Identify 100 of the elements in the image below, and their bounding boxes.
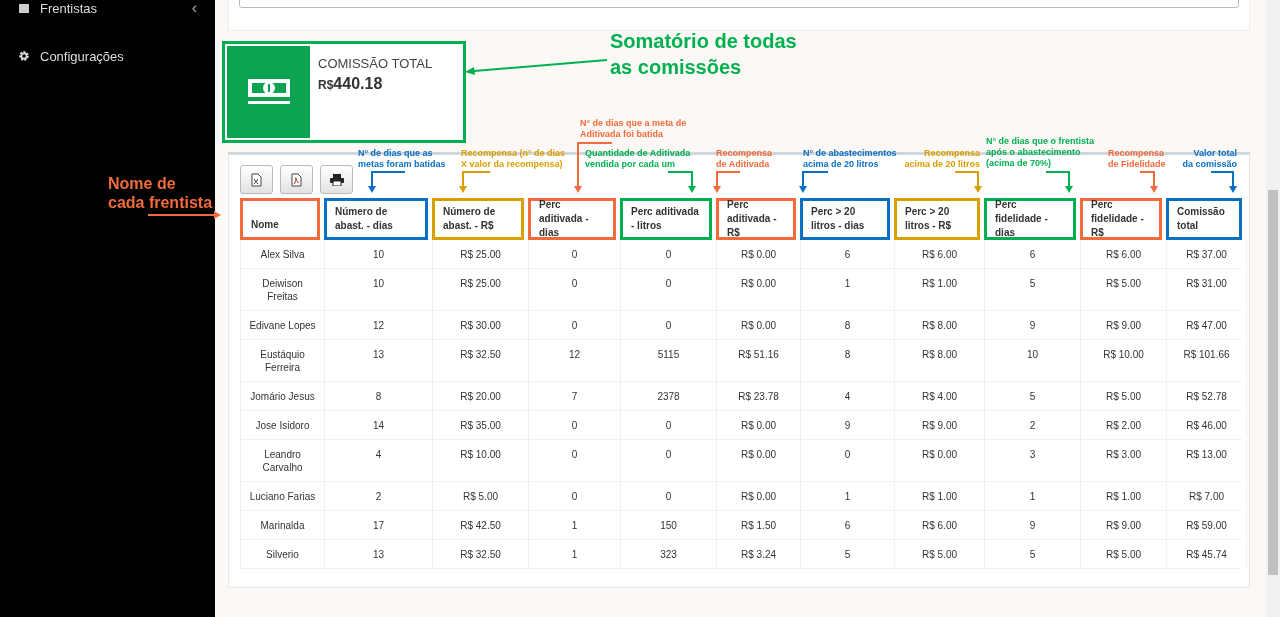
annotation-arrow xyxy=(667,171,696,193)
table-cell: R$ 8.00 xyxy=(895,311,985,339)
annotation-label: Nome de cada frentista xyxy=(108,174,213,212)
annotation-label: N° de dias que as metas foram batidas xyxy=(358,148,446,170)
table-cell: 2378 xyxy=(621,382,717,410)
table-cell: 5 xyxy=(985,540,1081,568)
table-cell: R$ 45.74 xyxy=(1167,540,1247,568)
annotation-label: Recompensa de Aditivada xyxy=(716,148,773,170)
table-cell: R$ 101.66 xyxy=(1167,340,1247,381)
table-cell: R$ 0.00 xyxy=(895,440,985,481)
column-header[interactable]: Perc aditivada - dias xyxy=(528,198,616,240)
table-cell: 0 xyxy=(529,440,621,481)
column-header[interactable]: Perc fidelidade - R$ xyxy=(1080,198,1162,240)
table-cell: Silverio xyxy=(241,540,325,568)
total-amount: R$440.18 xyxy=(318,75,384,93)
table-cell: R$ 13.00 xyxy=(1167,440,1247,481)
annotation-arrow xyxy=(1139,171,1158,193)
scrollbar[interactable] xyxy=(1266,0,1280,617)
table-cell: 12 xyxy=(529,340,621,381)
column-header[interactable]: Número de abast. - dias xyxy=(324,198,428,240)
column-header[interactable]: Perc aditivada - litros xyxy=(620,198,712,240)
print-button[interactable] xyxy=(320,165,353,194)
table-cell: 5115 xyxy=(621,340,717,381)
table-cell: 0 xyxy=(621,269,717,310)
table-cell: 1 xyxy=(529,511,621,539)
table-cell: Eustáquio Ferreira xyxy=(241,340,325,381)
annotation-label: N° de dias que o frentista após o abastecimento (acima de 70%) xyxy=(986,136,1095,169)
table-cell: 0 xyxy=(621,440,717,481)
pdf-export-button[interactable] xyxy=(280,165,313,194)
table-cell: R$ 10.00 xyxy=(1081,340,1167,381)
money-icon xyxy=(227,46,310,138)
table-cell: 10 xyxy=(985,340,1081,381)
annotation-label: Recompensa (n° de dias X valor da recompensa) xyxy=(461,148,566,170)
column-header[interactable]: Perc aditivada - R$ xyxy=(716,198,796,240)
table-cell: 0 xyxy=(621,240,717,268)
table-cell: R$ 0.00 xyxy=(717,311,801,339)
table-cell: R$ 2.00 xyxy=(1081,411,1167,439)
table-cell: Jomário Jesus xyxy=(241,382,325,410)
annotation-arrow xyxy=(368,171,406,193)
table-cell: R$ 5.00 xyxy=(1081,269,1167,310)
table-cell: R$ 9.00 xyxy=(1081,311,1167,339)
sidebar-item[interactable]: Frentistas ‹ xyxy=(0,0,215,16)
settings-icon xyxy=(18,50,30,62)
table-cell: R$ 6.00 xyxy=(1081,240,1167,268)
table-cell: R$ 30.00 xyxy=(433,311,529,339)
table-cell: R$ 10.00 xyxy=(433,440,529,481)
column-header[interactable]: Comissão total xyxy=(1166,198,1242,240)
table-cell: 4 xyxy=(325,440,433,481)
table-cell: R$ 25.00 xyxy=(433,240,529,268)
table-cell: Edivane Lopes xyxy=(241,311,325,339)
sidebar-item[interactable]: Configurações xyxy=(0,43,215,69)
table-cell: 10 xyxy=(325,240,433,268)
table-cell: 9 xyxy=(985,311,1081,339)
column-header[interactable]: Perc > 20 litros - dias xyxy=(800,198,890,240)
chevron-icon: ‹ xyxy=(191,0,197,17)
table-cell: 150 xyxy=(621,511,717,539)
table-cell: Leandro Carvalho xyxy=(241,440,325,481)
table-cell: R$ 35.00 xyxy=(433,411,529,439)
column-header[interactable]: Perc > 20 litros - R$ xyxy=(894,198,980,240)
table-cell: R$ 0.00 xyxy=(717,240,801,268)
table-cell: R$ 9.00 xyxy=(1081,511,1167,539)
table-cell: R$ 47.00 xyxy=(1167,311,1247,339)
table-cell: 6 xyxy=(801,511,895,539)
table-cell: R$ 1.50 xyxy=(717,511,801,539)
column-header[interactable]: Número de abast. - R$ xyxy=(432,198,524,240)
table-cell: 0 xyxy=(529,482,621,510)
table-cell: R$ 5.00 xyxy=(1081,382,1167,410)
table-cell: R$ 52.78 xyxy=(1167,382,1247,410)
table-cell: R$ 23.78 xyxy=(717,382,801,410)
table-cell: R$ 31.00 xyxy=(1167,269,1247,310)
excel-export-button[interactable] xyxy=(240,165,273,194)
table-cell: 5 xyxy=(985,382,1081,410)
annotation-label: N° de dias que a meta de Aditivada foi batida xyxy=(580,118,687,140)
printer-icon xyxy=(329,173,344,186)
annotation-label: Recompensa acima de 20 litros xyxy=(904,148,980,170)
column-header[interactable]: Perc fidelidade - dias xyxy=(984,198,1076,240)
column-header[interactable]: Nome xyxy=(240,198,320,240)
table-cell: Deiwison Freitas xyxy=(241,269,325,310)
table-cell: Jose Isidoro xyxy=(241,411,325,439)
table-cell: 10 xyxy=(325,269,433,310)
table-cell: R$ 7.00 xyxy=(1167,482,1247,510)
table-cell: R$ 5.00 xyxy=(1081,540,1167,568)
table-cell: 7 xyxy=(529,382,621,410)
table-cell: R$ 32.50 xyxy=(433,540,529,568)
folder-icon xyxy=(18,2,30,14)
table-cell: 9 xyxy=(801,411,895,439)
table-cell: 3 xyxy=(985,440,1081,481)
table-cell: 5 xyxy=(985,269,1081,310)
table-cell: R$ 5.00 xyxy=(895,540,985,568)
table-cell: R$ 25.00 xyxy=(433,269,529,310)
table-cell: R$ 59.00 xyxy=(1167,511,1247,539)
table-cell: 0 xyxy=(621,311,717,339)
card-title: COMISSÃO TOTAL xyxy=(318,56,433,71)
table-cell: R$ 3.24 xyxy=(717,540,801,568)
table-cell: Alex Silva xyxy=(241,240,325,268)
table-cell: 323 xyxy=(621,540,717,568)
table-cell: R$ 0.00 xyxy=(717,440,801,481)
table-cell: 14 xyxy=(325,411,433,439)
table-cell: 4 xyxy=(801,382,895,410)
table-cell: R$ 4.00 xyxy=(895,382,985,410)
